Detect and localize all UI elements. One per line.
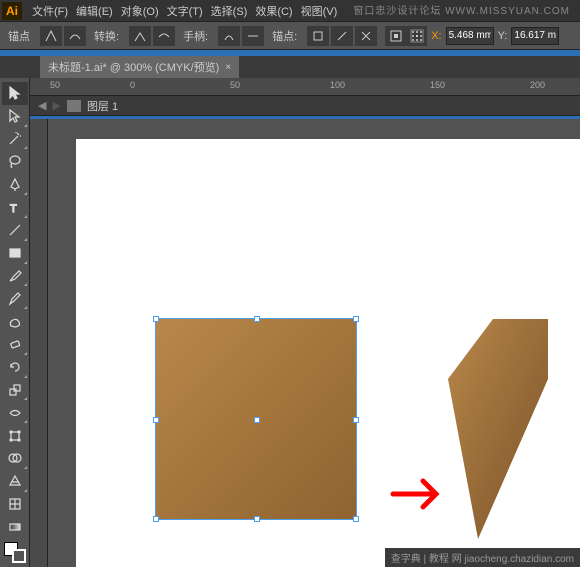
- menubar: Ai 文件(F) 编辑(E) 对象(O) 文字(T) 选择(S) 效果(C) 视…: [0, 0, 580, 22]
- lasso-tool[interactable]: [2, 150, 28, 173]
- magic-wand-tool[interactable]: [2, 128, 28, 151]
- selection-handle[interactable]: [254, 316, 260, 322]
- free-transform-tool[interactable]: [2, 424, 28, 447]
- width-tool[interactable]: [2, 401, 28, 424]
- app-logo: Ai: [2, 2, 22, 20]
- menu-effect[interactable]: 效果(C): [251, 0, 296, 22]
- document-title: 未标题-1.ai* @ 300% (CMYK/预览): [48, 59, 219, 75]
- workspace: T 50 0 50 100 150 200 ◀ ▶: [0, 78, 580, 567]
- menu-view[interactable]: 视图(V): [297, 0, 342, 22]
- selection-handle[interactable]: [353, 316, 359, 322]
- watermark-top: 窗口忠沙设计论坛 WWW.MISSYUAN.COM: [353, 2, 570, 17]
- selection-handle[interactable]: [353, 417, 359, 423]
- shape-builder-tool[interactable]: [2, 447, 28, 470]
- ruler-horizontal[interactable]: 50 0 50 100 150 200: [30, 78, 580, 96]
- ruler-vertical[interactable]: [30, 119, 48, 567]
- color-swatch[interactable]: [4, 542, 26, 563]
- x-input[interactable]: [446, 27, 494, 45]
- y-label: Y:: [498, 30, 508, 42]
- handle-label: 手柄:: [183, 28, 208, 44]
- transform-label: 转换:: [94, 28, 119, 44]
- ref-point-btn[interactable]: [407, 26, 427, 46]
- y-input[interactable]: [511, 27, 559, 45]
- close-tab-icon[interactable]: ×: [225, 62, 231, 73]
- selection-handle[interactable]: [153, 516, 159, 522]
- document-tab[interactable]: 未标题-1.ai* @ 300% (CMYK/预览) ×: [40, 56, 239, 78]
- connect-anchor-btn[interactable]: [331, 26, 353, 46]
- selection-handle[interactable]: [254, 516, 260, 522]
- handle-btn-1[interactable]: [218, 26, 240, 46]
- anchor-corner-btn[interactable]: [40, 26, 62, 46]
- selection-bounds: [155, 318, 357, 520]
- scale-tool[interactable]: [2, 379, 28, 402]
- layers-icon[interactable]: [67, 100, 81, 112]
- ruler-tick: 0: [130, 80, 135, 90]
- blob-brush-tool[interactable]: [2, 310, 28, 333]
- convert-smooth-btn[interactable]: [153, 26, 175, 46]
- x-label: X:: [431, 30, 441, 42]
- ruler-tick: 50: [230, 80, 240, 90]
- line-tool[interactable]: [2, 219, 28, 242]
- menu-edit[interactable]: 编辑(E): [72, 0, 117, 22]
- handle-btn-2[interactable]: [242, 26, 264, 46]
- cut-anchor-btn[interactable]: [355, 26, 377, 46]
- layer-back-icon[interactable]: ◀: [38, 99, 46, 112]
- canvas-area: 50 0 50 100 150 200 ◀ ▶ 图层 1: [30, 78, 580, 567]
- ruler-tick: 50: [50, 80, 60, 90]
- layer-name[interactable]: 图层 1: [87, 98, 118, 114]
- rotate-tool[interactable]: [2, 356, 28, 379]
- options-bar: 锚点 转换: 手柄: 锚点: X: Y:: [0, 22, 580, 50]
- menu-object[interactable]: 对象(O): [117, 0, 163, 22]
- perspective-tool[interactable]: [2, 470, 28, 493]
- selection-handle[interactable]: [353, 516, 359, 522]
- gradient-tool[interactable]: [2, 515, 28, 538]
- ruler-tick: 150: [430, 80, 445, 90]
- svg-text:T: T: [10, 203, 17, 215]
- isolate-btn[interactable]: [385, 26, 407, 46]
- artboard[interactable]: 查字典 | 教程 网 jiaocheng.chazidian.com: [48, 119, 580, 567]
- layer-fwd-icon[interactable]: ▶: [52, 99, 60, 112]
- tools-panel: T: [0, 78, 30, 567]
- direct-selection-tool[interactable]: [2, 105, 28, 128]
- selection-handle[interactable]: [153, 316, 159, 322]
- anchor-smooth-btn[interactable]: [64, 26, 86, 46]
- convert-corner-btn[interactable]: [129, 26, 151, 46]
- menu-file[interactable]: 文件(F): [28, 0, 72, 22]
- anchors-label: 锚点:: [272, 28, 297, 44]
- tab-bar: 未标题-1.ai* @ 300% (CMYK/预览) ×: [0, 56, 580, 78]
- remove-anchor-btn[interactable]: [307, 26, 329, 46]
- type-tool[interactable]: T: [2, 196, 28, 219]
- shape-polygon[interactable]: [448, 319, 558, 549]
- selection-tool[interactable]: [2, 82, 28, 105]
- layer-bar: ◀ ▶ 图层 1: [30, 96, 580, 116]
- pencil-tool[interactable]: [2, 287, 28, 310]
- ruler-tick: 200: [530, 80, 545, 90]
- anchor-label: 锚点: [8, 28, 30, 44]
- menu-type[interactable]: 文字(T): [163, 0, 207, 22]
- selection-handle[interactable]: [153, 417, 159, 423]
- mesh-tool[interactable]: [2, 493, 28, 516]
- pen-tool[interactable]: [2, 173, 28, 196]
- stroke-color-icon[interactable]: [12, 549, 26, 563]
- selection-handle[interactable]: [254, 417, 260, 423]
- eraser-tool[interactable]: [2, 333, 28, 356]
- watermark-bottom: 查字典 | 教程 网 jiaocheng.chazidian.com: [385, 548, 580, 567]
- ruler-tick: 100: [330, 80, 345, 90]
- rectangle-tool[interactable]: [2, 242, 28, 265]
- brush-tool[interactable]: [2, 265, 28, 288]
- menu-select[interactable]: 选择(S): [207, 0, 252, 22]
- arrow-annotation: [388, 469, 448, 519]
